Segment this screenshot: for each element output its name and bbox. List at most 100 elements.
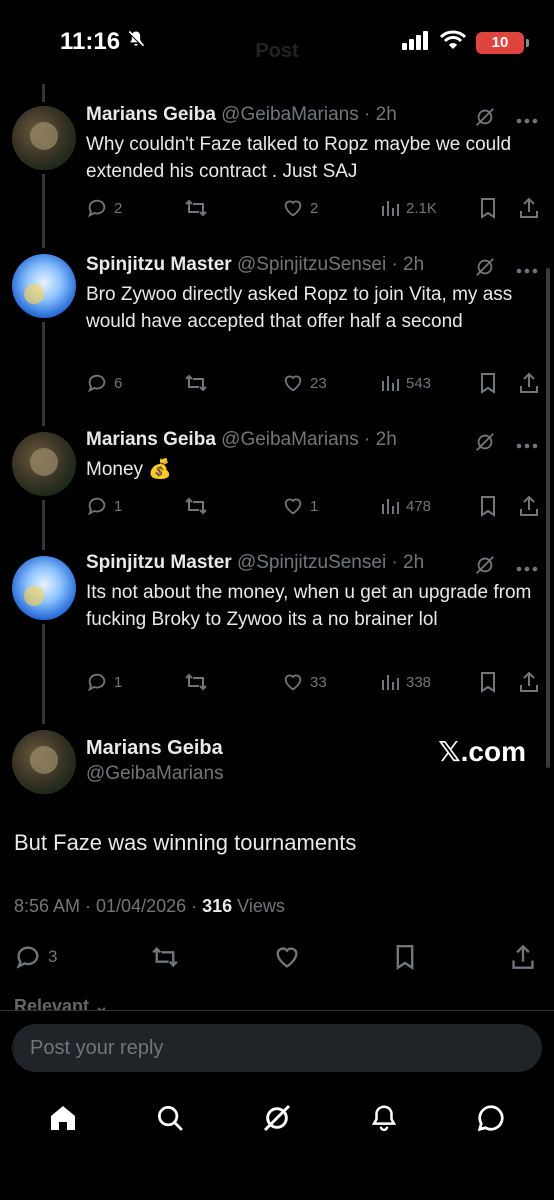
sort-relevant-dropdown[interactable]: Relevant ⌄ [14, 996, 109, 1010]
more-icon[interactable] [516, 111, 538, 129]
views-icon [380, 672, 400, 692]
reply-icon [86, 495, 108, 517]
post-header-icons [474, 431, 538, 458]
scrollbar[interactable] [546, 268, 550, 768]
views-label: Views [232, 896, 285, 916]
battery-icon: 10 [476, 31, 529, 54]
bookmark-button[interactable] [478, 495, 518, 517]
repost-button[interactable] [150, 944, 180, 970]
avatar[interactable] [12, 556, 76, 620]
share-icon [518, 197, 540, 219]
view-count: 2.1K [406, 199, 437, 217]
reply-button[interactable]: 1 [86, 495, 184, 517]
heart-icon [282, 495, 304, 517]
repost-button[interactable] [184, 197, 282, 219]
like-button[interactable]: 1 [282, 495, 380, 517]
reply-icon [86, 372, 108, 394]
like-button[interactable]: 2 [282, 197, 380, 219]
reply-count: 1 [114, 673, 123, 691]
views-button[interactable]: 338 [380, 672, 478, 692]
display-name[interactable]: Spinjitzu Master [86, 254, 232, 275]
main-post-handle[interactable]: @GeibaMarians [86, 763, 224, 785]
views-icon [380, 373, 400, 393]
action-bar: 6 23 543 [86, 369, 540, 397]
signal-icon [402, 30, 430, 55]
share-button[interactable] [518, 197, 540, 219]
main-post-display-name[interactable]: Marians Geiba [86, 737, 223, 760]
post-text: Its not about the money, when u get an u… [86, 582, 532, 630]
post-header: Marians Geiba @GeibaMarians · 2h [86, 429, 397, 451]
post-header-icons [474, 256, 538, 283]
bookmark-button[interactable] [478, 671, 518, 693]
grok-icon[interactable] [474, 106, 496, 133]
avatar[interactable] [12, 106, 76, 170]
reply-icon [14, 943, 42, 971]
views-icon [380, 496, 400, 516]
bookmark-icon [393, 943, 417, 971]
reply-count: 2 [114, 199, 123, 217]
bookmark-button[interactable] [393, 943, 417, 971]
views-button[interactable]: 478 [380, 496, 478, 516]
view-count: 543 [406, 374, 432, 392]
reply-input[interactable] [12, 1024, 542, 1072]
reply-button[interactable]: 1 [86, 671, 184, 693]
share-icon [518, 671, 540, 693]
grok-icon[interactable] [474, 256, 496, 283]
share-button[interactable] [518, 372, 540, 394]
post-text: Bro Zywoo directly asked Ropz to join Vi… [86, 284, 513, 332]
view-count: 478 [406, 497, 432, 515]
repost-button[interactable] [184, 495, 282, 517]
thread-connector [42, 174, 45, 248]
repost-button[interactable] [184, 372, 282, 394]
grok-icon[interactable] [474, 431, 496, 458]
post-header: Marians Geiba @GeibaMarians · 2h [86, 104, 397, 126]
views-button[interactable]: 543 [380, 373, 478, 393]
x-com-watermark: 𝕏.com [438, 736, 526, 767]
heart-icon [282, 671, 304, 693]
share-button[interactable] [518, 671, 540, 693]
reply-count: 6 [114, 374, 123, 392]
views-button[interactable]: 2.1K [380, 198, 478, 218]
reply-icon [86, 197, 108, 219]
reply-button[interactable]: 6 [86, 372, 184, 394]
tab-grok[interactable] [252, 1095, 302, 1145]
tab-messages[interactable] [466, 1095, 516, 1145]
bottom-tab-bar [0, 1090, 554, 1150]
avatar[interactable] [12, 254, 76, 318]
share-button[interactable] [518, 495, 540, 517]
like-count: 23 [310, 374, 327, 392]
avatar[interactable] [12, 432, 76, 496]
reply-count: 1 [114, 497, 123, 515]
tab-notifications[interactable] [359, 1095, 409, 1145]
post-text: Money 💰 [86, 459, 172, 480]
reply-button[interactable]: 3 [14, 943, 57, 971]
more-icon[interactable] [516, 559, 538, 577]
status-bar: Post 11:16 10 [0, 0, 554, 80]
grok-icon[interactable] [474, 554, 496, 581]
status-time: 11:16 [60, 28, 146, 56]
tab-search[interactable] [145, 1095, 195, 1145]
repost-button[interactable] [184, 671, 282, 693]
views-icon [380, 198, 400, 218]
like-button[interactable]: 33 [282, 671, 380, 693]
display-name[interactable]: Marians Geiba [86, 429, 216, 450]
handle: @GeibaMarians · 2h [221, 104, 397, 125]
search-icon [155, 1103, 185, 1138]
like-button[interactable] [273, 943, 301, 971]
reply-composer[interactable] [12, 1024, 542, 1072]
post-header-icons [474, 554, 538, 581]
more-icon[interactable] [516, 261, 538, 279]
reply-button[interactable]: 2 [86, 197, 184, 219]
tab-home[interactable] [38, 1095, 88, 1145]
main-post-avatar[interactable] [12, 730, 76, 794]
display-name[interactable]: Marians Geiba [86, 104, 216, 125]
wifi-icon [439, 30, 467, 55]
home-icon [47, 1102, 79, 1139]
bookmark-button[interactable] [478, 372, 518, 394]
like-button[interactable]: 23 [282, 372, 380, 394]
reply-icon [86, 671, 108, 693]
share-button[interactable] [510, 944, 536, 970]
bookmark-button[interactable] [478, 197, 518, 219]
display-name[interactable]: Spinjitzu Master [86, 552, 232, 573]
more-icon[interactable] [516, 436, 538, 454]
